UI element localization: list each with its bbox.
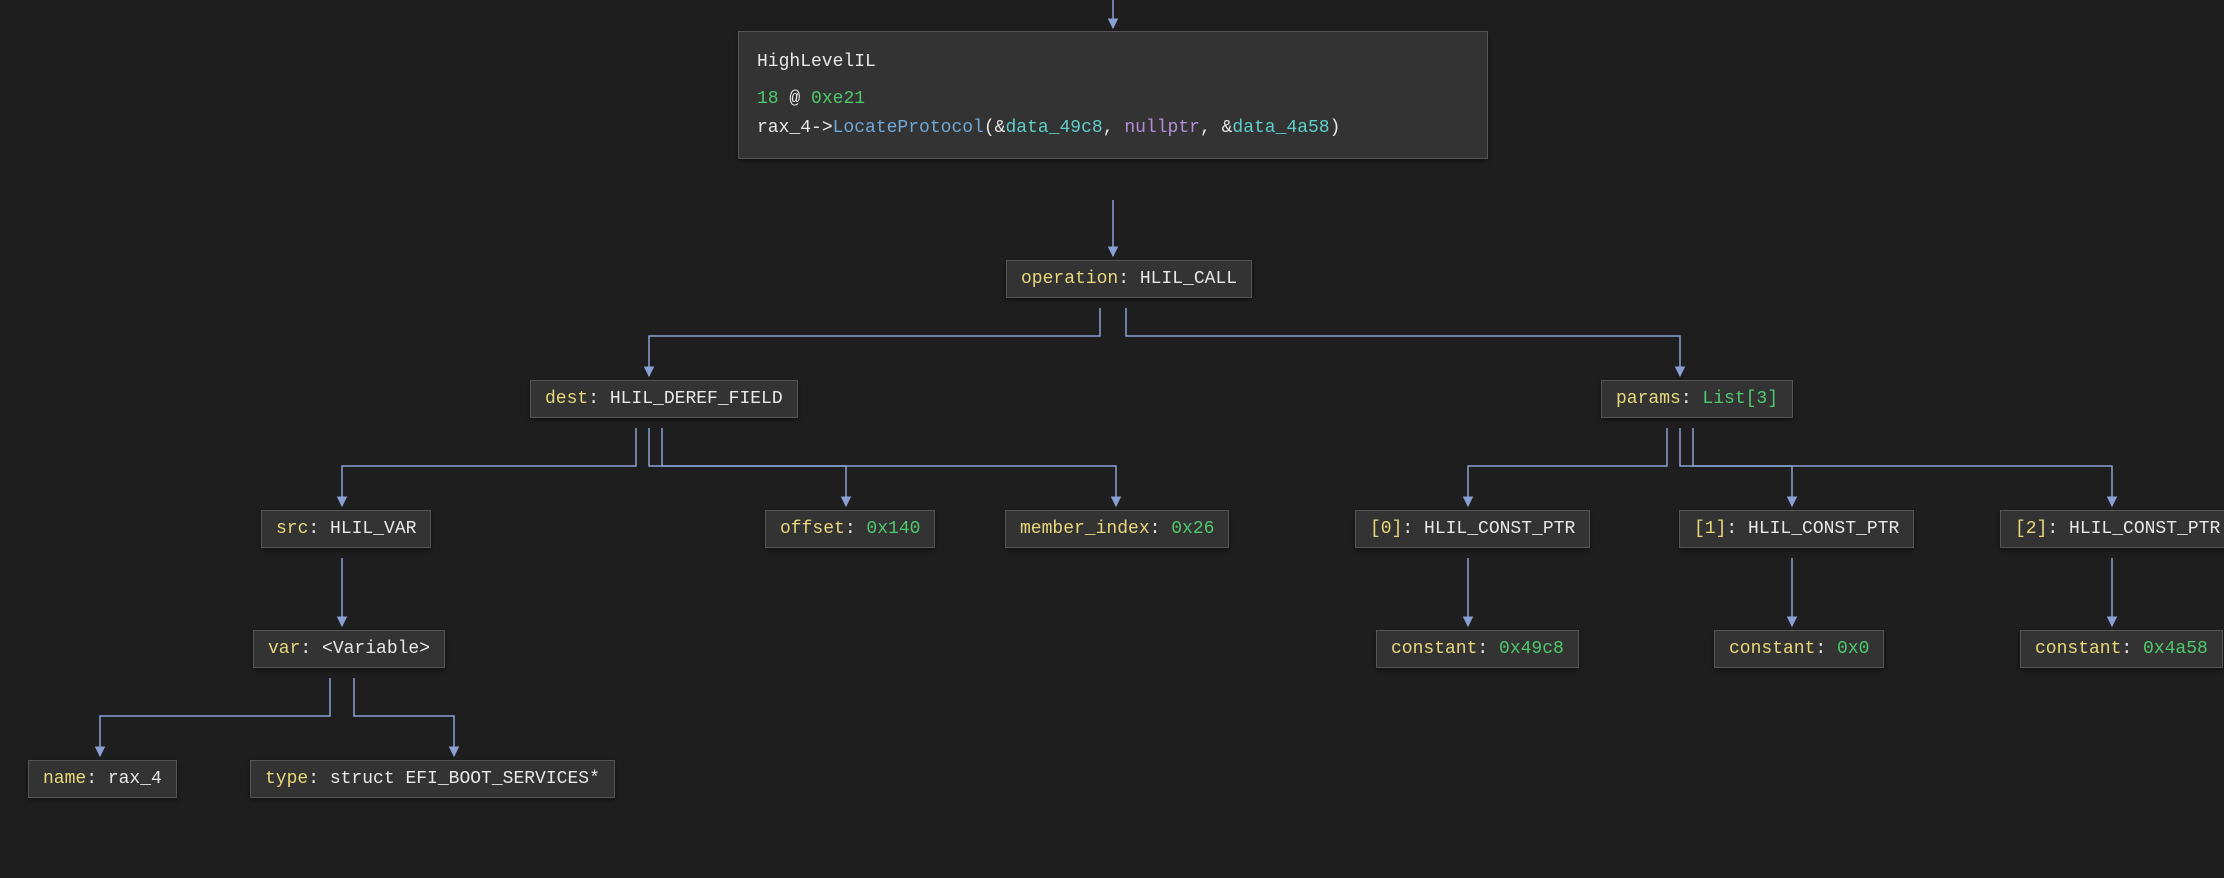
- member-index-node[interactable]: member_index: 0x26: [1005, 510, 1229, 548]
- params-value: List[3]: [1702, 389, 1778, 409]
- dest-node[interactable]: dest: HLIL_DEREF_FIELD: [530, 380, 798, 418]
- root-code-line: rax_4->LocateProtocol(&data_49c8, nullpt…: [757, 114, 1469, 143]
- param-2-node[interactable]: [2]: HLIL_CONST_PTR: [2000, 510, 2224, 548]
- offset-node[interactable]: offset: 0x140: [765, 510, 935, 548]
- params-key: params: [1616, 389, 1681, 409]
- src-key: src: [276, 519, 308, 539]
- param-1-node[interactable]: [1]: HLIL_CONST_PTR: [1679, 510, 1914, 548]
- param-2-key: [2]: [2015, 519, 2047, 539]
- src-node[interactable]: src: HLIL_VAR: [261, 510, 431, 548]
- dest-key: dest: [545, 389, 588, 409]
- name-value: rax_4: [108, 769, 162, 789]
- param-1-value: HLIL_CONST_PTR: [1748, 519, 1899, 539]
- name-node[interactable]: name: rax_4: [28, 760, 177, 798]
- constant-1-key: constant: [1729, 639, 1815, 659]
- param-0-node[interactable]: [0]: HLIL_CONST_PTR: [1355, 510, 1590, 548]
- param-2-value: HLIL_CONST_PTR: [2069, 519, 2220, 539]
- offset-value: 0x140: [866, 519, 920, 539]
- type-value: struct EFI_BOOT_SERVICES*: [330, 769, 600, 789]
- param-0-key: [0]: [1370, 519, 1402, 539]
- param-0-value: HLIL_CONST_PTR: [1424, 519, 1575, 539]
- constant-2-value: 0x4a58: [2143, 639, 2208, 659]
- type-node[interactable]: type: struct EFI_BOOT_SERVICES*: [250, 760, 615, 798]
- name-key: name: [43, 769, 86, 789]
- operation-key: operation: [1021, 269, 1118, 289]
- src-value: HLIL_VAR: [330, 519, 416, 539]
- operation-value: HLIL_CALL: [1140, 269, 1237, 289]
- constant-0-key: constant: [1391, 639, 1477, 659]
- root-title: HighLevelIL: [757, 48, 1469, 77]
- hlil-root-node[interactable]: HighLevelIL 18 @ 0xe21 rax_4->LocateProt…: [738, 31, 1488, 159]
- constant-2-key: constant: [2035, 639, 2121, 659]
- operation-node[interactable]: operation: HLIL_CALL: [1006, 260, 1252, 298]
- constant-1-value: 0x0: [1837, 639, 1869, 659]
- root-instruction-line: 18 @ 0xe21: [757, 85, 1469, 114]
- offset-key: offset: [780, 519, 845, 539]
- var-value: <Variable>: [322, 639, 430, 659]
- var-node[interactable]: var: <Variable>: [253, 630, 445, 668]
- type-key: type: [265, 769, 308, 789]
- member-index-key: member_index: [1020, 519, 1150, 539]
- params-node[interactable]: params: List[3]: [1601, 380, 1793, 418]
- constant-0-node[interactable]: constant: 0x49c8: [1376, 630, 1579, 668]
- dest-value: HLIL_DEREF_FIELD: [610, 389, 783, 409]
- member-index-value: 0x26: [1171, 519, 1214, 539]
- constant-2-node[interactable]: constant: 0x4a58: [2020, 630, 2223, 668]
- var-key: var: [268, 639, 300, 659]
- constant-1-node[interactable]: constant: 0x0: [1714, 630, 1884, 668]
- param-1-key: [1]: [1694, 519, 1726, 539]
- constant-0-value: 0x49c8: [1499, 639, 1564, 659]
